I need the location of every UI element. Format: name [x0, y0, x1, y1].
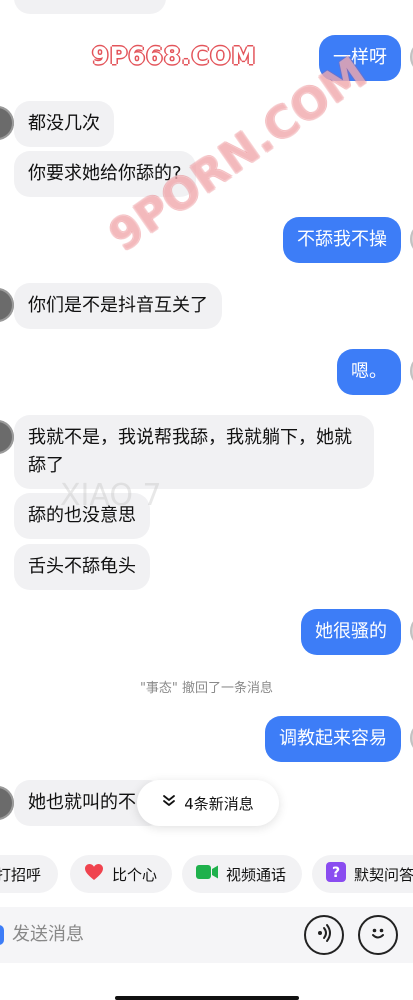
contact-avatar[interactable] [0, 420, 14, 454]
message-bubble-outgoing[interactable]: 她很骚的 [301, 609, 401, 655]
message-bubble-incoming[interactable]: 舌头不舔龟头 [14, 544, 150, 590]
contact-avatar[interactable] [0, 106, 14, 140]
new-messages-label: 4条新消息 [184, 794, 254, 813]
voice-wave-icon [313, 922, 335, 948]
brand-watermark: 9P668.COM [92, 42, 257, 70]
message-input-bar: 发送消息 [0, 907, 413, 963]
quick-actions-bar[interactable]: 打招呼 比个心 视频通话 ? 默契问答 [0, 855, 413, 899]
chat-area[interactable]: 9P668.COM 一样呀 都没几次 你要求她给你舔的? 不舔我不操 你们是不是… [0, 0, 413, 845]
message-bubble-incoming[interactable]: 都没几次 [14, 101, 114, 147]
video-call-chip[interactable]: 视频通话 [182, 855, 302, 893]
recall-notice: "事态" 撤回了一条消息 [139, 681, 274, 696]
smiley-icon [367, 922, 389, 948]
video-call-label: 视频通话 [226, 865, 287, 884]
heart-icon [84, 863, 104, 885]
message-bubble-outgoing[interactable]: 调教起来容易 [265, 716, 401, 762]
input-accent [0, 925, 4, 945]
message-bubble-incoming[interactable]: 你们是不是抖音互关了 [14, 283, 222, 329]
quiz-chip[interactable]: ? 默契问答 [312, 855, 413, 893]
voice-button[interactable] [304, 915, 344, 955]
message-bubble-outgoing[interactable]: 嗯。 [337, 349, 401, 395]
emoji-button[interactable] [358, 915, 398, 955]
heart-chip[interactable]: 比个心 [70, 855, 172, 893]
greet-label: 打招呼 [0, 865, 42, 884]
heart-label: 比个心 [112, 865, 158, 884]
input-placeholder: 发送消息 [12, 924, 84, 945]
message-input[interactable]: 发送消息 [0, 915, 290, 955]
partial-message-bubble [14, 0, 166, 14]
question-badge-icon: ? [326, 862, 346, 886]
contact-avatar[interactable] [0, 786, 14, 820]
faint-watermark: XIAO 7 [60, 478, 162, 513]
new-messages-button[interactable]: 4条新消息 [137, 780, 279, 826]
video-camera-icon [196, 864, 218, 884]
svg-text:?: ? [332, 865, 340, 881]
message-bubble-outgoing[interactable]: 不舔我不操 [283, 217, 401, 263]
home-indicator[interactable] [115, 996, 299, 1000]
quiz-label: 默契问答 [354, 865, 413, 884]
greet-chip[interactable]: 打招呼 [0, 855, 58, 893]
double-chevron-down-icon [162, 794, 176, 812]
contact-avatar[interactable] [0, 288, 14, 322]
